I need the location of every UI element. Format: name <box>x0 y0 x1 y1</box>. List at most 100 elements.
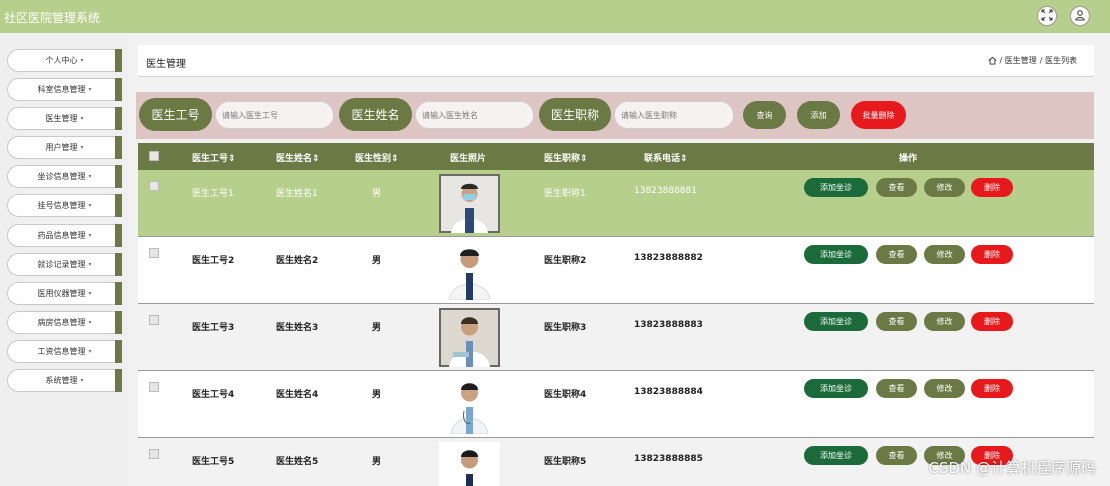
edit-button[interactable]: 修改 <box>924 245 965 264</box>
view-button[interactable]: 查看 <box>876 446 917 465</box>
column-header-doctor-id[interactable]: 医生工号⇕ <box>192 151 236 164</box>
row-checkbox[interactable] <box>149 382 159 392</box>
sidebar-item-department[interactable]: 科室信息管理 ▾ <box>7 78 122 102</box>
sidebar-item-schedule[interactable]: 坐诊信息管理 ▾ <box>7 165 122 189</box>
view-button[interactable]: 查看 <box>876 178 917 197</box>
chevron-down-icon: ▾ <box>88 86 92 94</box>
chevron-down-icon: ▾ <box>80 57 84 64</box>
chevron-down-icon: ▾ <box>88 347 92 355</box>
row-checkbox[interactable] <box>149 315 159 325</box>
edit-button[interactable]: 修改 <box>924 312 965 331</box>
gender-cell: 男 <box>372 256 382 266</box>
chevron-down-icon: ▾ <box>88 318 92 326</box>
chevron-down-icon: ▾ <box>80 115 84 123</box>
phone-cell: 13823888882 <box>634 253 703 263</box>
doctor-title-cell: 医生职称4 <box>544 390 587 400</box>
chevron-down-icon: ▾ <box>88 289 92 297</box>
watermark: CSDN @计算机程序源码 <box>928 459 1096 477</box>
query-button[interactable]: 查询 <box>743 101 786 129</box>
doctor-id-cell: 医生工号2 <box>192 256 235 266</box>
delete-button[interactable]: 删除 <box>971 178 1013 197</box>
view-button[interactable]: 查看 <box>876 379 917 398</box>
table-row[interactable]: 医生工号2 医生姓名2 男 医生职称2 13823888882 添加坐诊 查看 … <box>138 237 1094 304</box>
doctor-id-input[interactable] <box>215 101 334 129</box>
doctor-photo <box>439 241 500 300</box>
sort-icon: ⇕ <box>580 154 588 164</box>
sort-icon: ⇕ <box>391 154 399 164</box>
sidebar-item-doctors[interactable]: 医生管理 ▾ <box>7 107 122 131</box>
column-header-gender[interactable]: 医生性别⇕ <box>355 151 399 164</box>
delete-button[interactable]: 删除 <box>971 245 1013 264</box>
add-schedule-button[interactable]: 添加坐诊 <box>804 312 868 331</box>
table-row[interactable]: 医生工号1 医生姓名1 男 医生职称1 13823888881 添加坐诊 查看 … <box>138 170 1094 237</box>
doctor-name-cell: 医生姓名2 <box>276 256 319 266</box>
sidebar-item-system[interactable]: 系统管理 ▾ <box>7 369 122 393</box>
doctor-title-cell: 医生职称5 <box>544 457 587 467</box>
user-icon <box>1074 9 1086 24</box>
breadcrumb-doctor-management[interactable]: / 医生管理 <box>1000 55 1037 66</box>
fullscreen-button[interactable] <box>1037 6 1057 26</box>
add-schedule-button[interactable]: 添加坐诊 <box>804 178 868 197</box>
delete-button[interactable]: 删除 <box>971 312 1013 331</box>
phone-cell: 13823888881 <box>634 186 697 196</box>
phone-cell: 13823888883 <box>634 320 703 330</box>
gender-cell: 男 <box>372 323 382 333</box>
doctor-name-cell: 医生姓名5 <box>276 457 319 467</box>
sidebar-item-users[interactable]: 用户管理 ▾ <box>7 136 122 160</box>
doctor-title-input[interactable] <box>614 101 734 129</box>
chevron-down-icon: ▾ <box>88 231 92 239</box>
doctor-name-label: 医生姓名 <box>339 98 412 131</box>
doctor-photo <box>439 442 500 486</box>
doctor-name-input[interactable] <box>415 101 534 129</box>
sort-icon: ⇕ <box>228 154 236 164</box>
doctor-title-cell: 医生职称2 <box>544 256 587 266</box>
add-button[interactable]: 添加 <box>797 101 840 129</box>
sidebar-item-salary[interactable]: 工资信息管理 ▾ <box>7 339 122 363</box>
doctor-id-cell: 医生工号5 <box>192 457 235 467</box>
column-header-doctor-name[interactable]: 医生姓名⇕ <box>276 151 320 164</box>
sidebar-item-registration[interactable]: 挂号信息管理 ▾ <box>7 194 122 218</box>
breadcrumb-doctor-list: / 医生列表 <box>1039 56 1077 65</box>
sidebar-item-equipment[interactable]: 医用仪器管理 ▾ <box>7 281 122 305</box>
gender-cell: 男 <box>372 390 382 400</box>
breadcrumb: / 医生管理 / 医生列表 <box>988 55 1077 66</box>
add-schedule-button[interactable]: 添加坐诊 <box>804 446 868 465</box>
doctor-title-cell: 医生职称3 <box>544 323 587 333</box>
sidebar-item-wards[interactable]: 病房信息管理 ▾ <box>7 310 122 334</box>
user-button[interactable] <box>1070 6 1090 26</box>
sidebar-item-personal-center[interactable]: 个人中心 ▾ <box>7 49 122 72</box>
edit-button[interactable]: 修改 <box>924 379 965 398</box>
chevron-down-icon: ▾ <box>88 202 92 210</box>
chevron-down-icon: ▾ <box>80 144 84 152</box>
home-icon[interactable] <box>988 56 997 65</box>
row-checkbox[interactable] <box>149 248 159 258</box>
column-header-phone[interactable]: 联系电话⇕ <box>644 151 688 164</box>
select-all-checkbox[interactable] <box>149 151 159 161</box>
phone-cell: 13823888884 <box>634 387 703 397</box>
table-row[interactable]: 医生工号3 医生姓名3 男 医生职称3 13823888883 添加坐诊 查看 … <box>138 304 1094 371</box>
table-row[interactable]: 医生工号4 医生姓名4 男 医生职称4 13823888884 添加坐诊 查看 … <box>138 371 1094 438</box>
column-header-title[interactable]: 医生职称⇕ <box>544 151 588 164</box>
sidebar: 个人中心 ▾ 科室信息管理 ▾ 医生管理 ▾ 用户管理 ▾ 坐诊信息管理 ▾ 挂号信息管理… <box>7 49 122 398</box>
add-schedule-button[interactable]: 添加坐诊 <box>804 245 868 264</box>
row-checkbox[interactable] <box>149 449 159 459</box>
row-checkbox[interactable] <box>149 181 159 191</box>
delete-button[interactable]: 删除 <box>971 379 1013 398</box>
gender-cell: 男 <box>372 457 382 467</box>
view-button[interactable]: 查看 <box>876 245 917 264</box>
doctor-id-cell: 医生工号1 <box>192 189 234 199</box>
batch-delete-button[interactable]: 批量删除 <box>851 101 906 129</box>
doctor-photo <box>439 375 500 434</box>
chevron-down-icon: ▾ <box>80 377 84 385</box>
sidebar-item-visit-records[interactable]: 就诊记录管理 ▾ <box>7 252 122 276</box>
page-title: 医生管理 <box>146 59 186 70</box>
doctor-photo <box>439 308 500 367</box>
add-schedule-button[interactable]: 添加坐诊 <box>804 379 868 398</box>
sidebar-item-medicine[interactable]: 药品信息管理 ▾ <box>7 223 122 247</box>
page-header: 医生管理 / 医生管理 / 医生列表 <box>138 45 1094 77</box>
sort-icon: ⇕ <box>680 154 688 164</box>
edit-button[interactable]: 修改 <box>924 178 965 197</box>
view-button[interactable]: 查看 <box>876 312 917 331</box>
doctor-name-cell: 医生姓名3 <box>276 323 319 333</box>
chevron-down-icon: ▾ <box>88 173 92 181</box>
